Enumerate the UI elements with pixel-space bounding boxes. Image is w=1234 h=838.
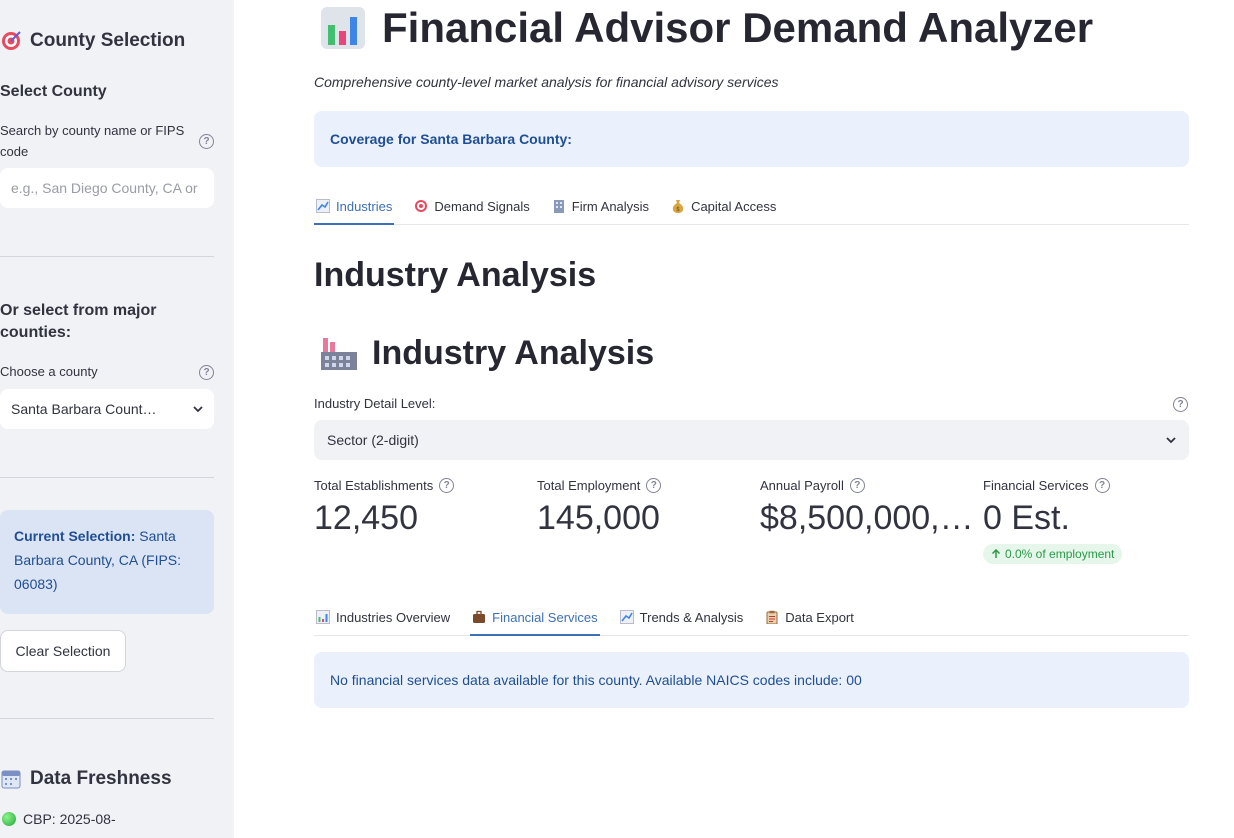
svg-text:$: $ [676, 206, 680, 213]
county-select[interactable]: Santa Barbara Count… [0, 389, 214, 429]
section-subheading-text: Industry Analysis [372, 333, 655, 372]
help-icon[interactable]: ? [1173, 397, 1188, 412]
bar-chart-icon [321, 7, 365, 49]
help-icon[interactable]: ? [849, 478, 865, 493]
search-label: Search by county name or FIPS code [0, 123, 185, 159]
metric-financial-services: Financial Services? 0 Est. 0.0% of emplo… [983, 478, 1189, 564]
tab-trends-analysis[interactable]: Trends & Analysis [618, 599, 746, 635]
data-freshness-title: Data Freshness [30, 768, 172, 789]
chevron-down-icon [193, 406, 203, 413]
tab-label: Firm Analysis [571, 198, 650, 214]
data-freshness-heading: Data Freshness [0, 766, 172, 792]
factory-icon [321, 338, 357, 370]
tab-data-export[interactable]: Data Export [763, 599, 856, 635]
detail-level-label: Industry Detail Level: [314, 396, 436, 411]
status-dot-icon [2, 812, 16, 826]
target-icon [2, 31, 21, 50]
freshness-item: CBP: 2025-08- [2, 811, 116, 827]
help-icon[interactable]: ? [199, 365, 214, 380]
help-icon[interactable]: ? [1094, 478, 1110, 493]
metric-label: Total Employment? [537, 478, 747, 493]
search-placeholder: e.g., San Diego County, CA or [11, 180, 198, 196]
metric-label-text: Total Establishments [314, 478, 434, 493]
major-counties-heading: Or select from major counties: [0, 302, 157, 341]
tab-label: Industries [336, 198, 393, 214]
select-county-heading: Select County [0, 83, 107, 100]
divider [0, 477, 214, 478]
metric-label: Financial Services? [983, 478, 1189, 493]
current-selection-label: Current Selection: [14, 528, 136, 544]
metric-delta-text: 0.0% of employment [1005, 547, 1115, 561]
tab-industries-overview[interactable]: Industries Overview [314, 599, 452, 635]
tab-industries[interactable]: Industries [314, 188, 395, 225]
sidebar: County Selection Select County Search by… [0, 0, 234, 838]
target-icon [415, 200, 428, 212]
main-content: Financial Advisor Demand Analyzer Compre… [234, 0, 1234, 838]
choose-county-label: Choose a county [0, 364, 98, 379]
tab-demand-signals[interactable]: Demand Signals [412, 188, 531, 224]
money-bag-icon: $ [672, 200, 684, 213]
page-title: Financial Advisor Demand Analyzer [320, 4, 1093, 52]
freshness-text: CBP: 2025-08- [23, 811, 116, 827]
chart-increasing-icon [619, 610, 634, 624]
tab-label: Trends & Analysis [639, 609, 744, 625]
detail-level-select[interactable]: Sector (2-digit) [314, 420, 1189, 460]
coverage-text: Coverage for Santa Barbara County: [330, 131, 572, 147]
bar-chart-icon [316, 610, 330, 624]
metric-payroll: Annual Payroll? $8,500,000,… [760, 478, 974, 538]
tab-label: Industries Overview [336, 609, 451, 625]
divider [0, 718, 214, 719]
metric-label-text: Annual Payroll [760, 478, 844, 493]
calendar-icon [1, 770, 21, 789]
main-tabs: Industries Demand Signals Firm Analysis … [314, 188, 1189, 225]
metric-value: 0 Est. [983, 499, 1070, 537]
page-title-text: Financial Advisor Demand Analyzer [382, 4, 1094, 51]
no-data-notice: No financial services data available for… [314, 652, 1189, 708]
metric-delta-badge: 0.0% of employment [983, 544, 1123, 564]
tab-label: Data Export [785, 609, 854, 625]
chevron-down-icon [1166, 437, 1176, 444]
county-search-input[interactable]: e.g., San Diego County, CA or [0, 168, 214, 208]
metric-label-text: Financial Services [983, 478, 1089, 493]
office-building-icon [553, 200, 564, 213]
metric-label-text: Total Employment [537, 478, 641, 493]
tab-financial-services[interactable]: Financial Services [470, 599, 600, 636]
clear-selection-button[interactable]: Clear Selection [0, 630, 126, 672]
county-selection-title: County Selection [30, 30, 186, 51]
metric-employment: Total Employment? 145,000 [537, 478, 747, 538]
notice-text: No financial services data available for… [330, 672, 862, 688]
metric-value: $8,500,000,… [760, 499, 974, 537]
arrow-up-icon [991, 549, 1001, 558]
metric-establishments: Total Establishments? 12,450 [314, 478, 524, 538]
section-heading: Industry Analysis [314, 256, 597, 294]
help-icon[interactable]: ? [646, 478, 662, 493]
metric-label: Annual Payroll? [760, 478, 970, 493]
sub-tabs: Industries Overview Financial Services T… [314, 599, 1189, 636]
divider [0, 256, 214, 257]
briefcase-icon [473, 610, 486, 623]
current-selection-box: Current Selection: Santa Barbara County,… [0, 510, 214, 614]
page-subtitle: Comprehensive county-level market analys… [314, 74, 779, 90]
tab-firm-analysis[interactable]: Firm Analysis [550, 188, 651, 224]
coverage-banner: Coverage for Santa Barbara County: [314, 111, 1189, 167]
tab-label: Financial Services [492, 609, 598, 625]
clipboard-icon [766, 610, 778, 624]
metric-value: 12,450 [314, 499, 418, 537]
tab-label: Capital Access [691, 198, 777, 214]
tab-capital-access[interactable]: $ Capital Access [669, 188, 778, 224]
detail-level-value: Sector (2-digit) [327, 432, 419, 448]
chart-increasing-icon [316, 199, 330, 213]
county-selection-heading: County Selection [0, 28, 185, 54]
section-subheading: Industry Analysis [320, 332, 654, 374]
county-select-value: Santa Barbara Count… [11, 401, 157, 417]
help-icon[interactable]: ? [199, 134, 214, 149]
metric-label: Total Establishments? [314, 478, 524, 493]
metric-value: 145,000 [537, 499, 660, 537]
tab-label: Demand Signals [434, 198, 530, 214]
help-icon[interactable]: ? [439, 478, 455, 493]
